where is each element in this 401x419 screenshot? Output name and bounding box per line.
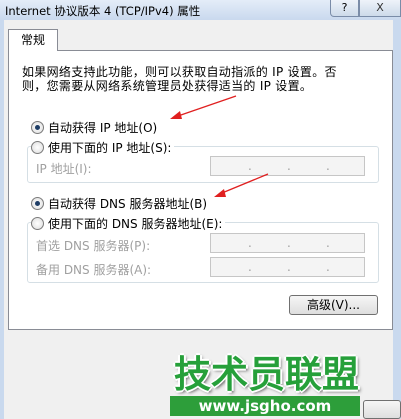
ip-separator: . bbox=[326, 236, 330, 250]
dns-auto-radio[interactable] bbox=[31, 197, 44, 210]
dns-manual-label: 使用下面的 DNS 服务器地址(E): bbox=[48, 217, 223, 231]
dns-alternate-field[interactable]: . . . bbox=[210, 257, 365, 277]
advanced-button[interactable]: 高级(V)... bbox=[289, 295, 378, 315]
dns-preferred-label: 首选 DNS 服务器(P): bbox=[36, 239, 151, 253]
dns-manual-radio[interactable] bbox=[31, 217, 44, 230]
ip-auto-radio-option[interactable]: 自动获得 IP 地址(O) bbox=[31, 119, 161, 136]
ip-manual-radio[interactable] bbox=[31, 141, 44, 154]
description-line-2: 则，您需要从网络系统管理员处获得适当的 IP 设置。 bbox=[22, 79, 313, 93]
ip-address-label: IP 地址(I): bbox=[36, 162, 92, 176]
ip-separator: . bbox=[326, 159, 330, 173]
window-title: Internet 协议版本 4 (TCP/IPv4) 属性 bbox=[5, 4, 201, 18]
ip-manual-radio-option[interactable]: 使用下面的 IP 地址(S): bbox=[31, 139, 175, 156]
tab-general[interactable]: 常规 bbox=[8, 29, 58, 51]
watermark-url: www.jsgho.com bbox=[170, 396, 360, 416]
dialog-bottom-button[interactable] bbox=[363, 400, 401, 419]
dns-auto-label: 自动获得 DNS 服务器地址(B) bbox=[48, 197, 208, 211]
watermark-title: 技术员联盟 bbox=[174, 353, 359, 396]
ip-separator: . bbox=[326, 260, 330, 274]
ip-separator: . bbox=[248, 159, 252, 173]
ip-separator: . bbox=[287, 159, 291, 173]
ip-separator: . bbox=[248, 236, 252, 250]
ip-manual-label: 使用下面的 IP 地址(S): bbox=[48, 141, 172, 155]
ip-separator: . bbox=[287, 236, 291, 250]
close-button[interactable]: X bbox=[359, 0, 401, 17]
ip-auto-label: 自动获得 IP 地址(O) bbox=[48, 121, 158, 135]
ip-address-field[interactable]: . . . bbox=[210, 156, 365, 176]
dns-auto-radio-option[interactable]: 自动获得 DNS 服务器地址(B) bbox=[31, 195, 211, 212]
dns-alternate-label: 备用 DNS 服务器(A): bbox=[36, 263, 152, 277]
help-button[interactable]: ? bbox=[330, 0, 359, 17]
dns-manual-radio-option[interactable]: 使用下面的 DNS 服务器地址(E): bbox=[31, 215, 226, 232]
ip-auto-radio[interactable] bbox=[31, 121, 44, 134]
dns-preferred-field[interactable]: . . . bbox=[210, 233, 365, 253]
ip-separator: . bbox=[287, 260, 291, 274]
ip-separator: . bbox=[248, 260, 252, 274]
